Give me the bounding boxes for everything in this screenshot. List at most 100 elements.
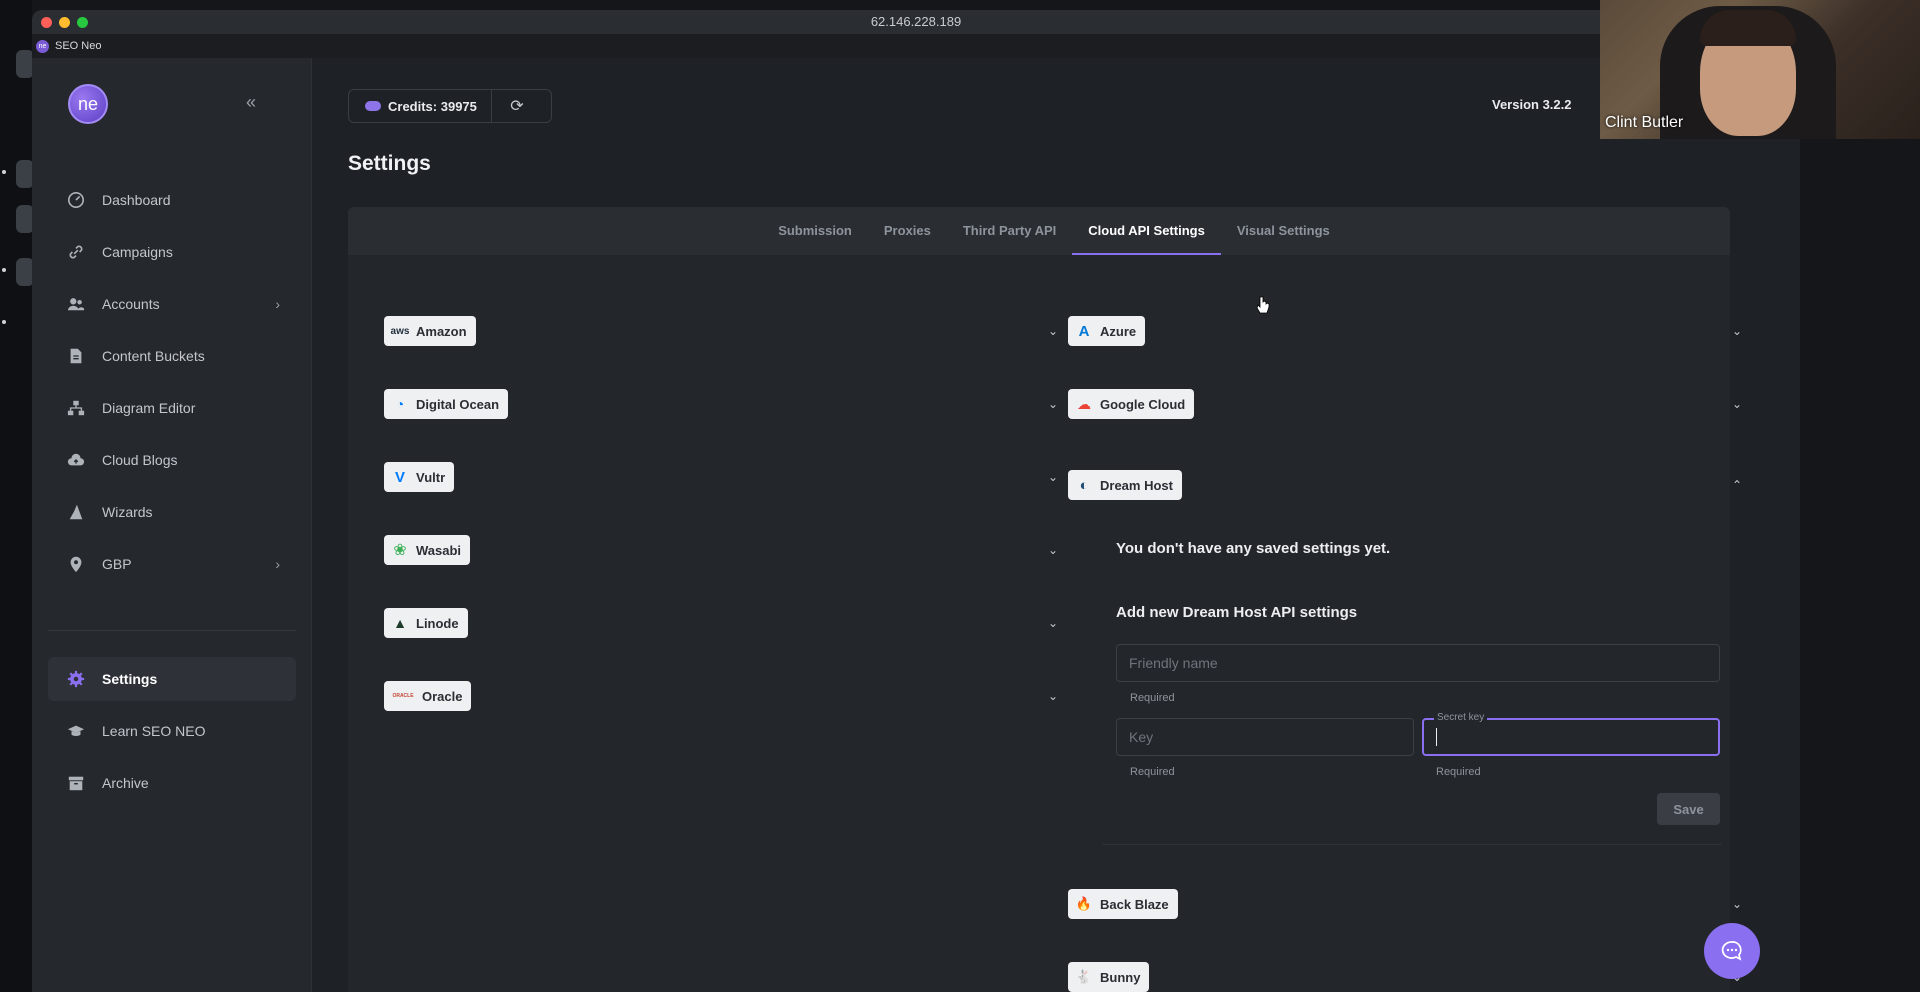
tab-submission[interactable]: Submission [762,223,868,255]
secret-key-required: Required [1436,766,1481,778]
provider-bunny[interactable]: 🐇 Bunny ⌄ [1068,962,1748,992]
secret-key-label: Secret key [1434,712,1488,723]
provider-label: Oracle [422,688,463,704]
sidebar-item-cloud-blogs[interactable]: Cloud Blogs [48,438,296,482]
chat-icon [1721,941,1742,961]
sidebar-item-learn-seo-neo[interactable]: Learn SEO NEO [48,709,296,753]
diagram-icon [66,398,86,418]
chevron-down-icon[interactable]: ⌄ [1048,616,1058,630]
section-divider [1102,844,1722,845]
tab-third-party-api[interactable]: Third Party API [947,223,1072,255]
friendly-name-placeholder: Friendly name [1129,655,1218,671]
dock-indicator [2,268,6,272]
sidebar-item-archive[interactable]: Archive [48,761,296,805]
provider-amazon[interactable]: aws Amazon ⌄ [384,316,1064,376]
chevron-down-icon[interactable]: ⌄ [1048,470,1058,484]
sidebar-item-label: Campaigns [102,244,173,260]
version-label: Version 3.2.2 [1492,97,1572,112]
sidebar-item-diagram-editor[interactable]: Diagram Editor [48,386,296,430]
provider-label: Bunny [1100,969,1141,985]
provider-dream-host[interactable]: ◐ Dream Host ⌃ [1068,470,1748,530]
tab-cloud-api-settings[interactable]: Cloud API Settings [1072,223,1221,255]
empty-settings-message: You don't have any saved settings yet. [1116,540,1391,557]
credits-widget: Credits: 39975 ⟳ [348,89,552,123]
collapse-sidebar-icon[interactable]: « [246,92,256,113]
page-title: Settings [348,152,431,175]
sidebar-item-wizards[interactable]: Wizards [48,490,296,534]
chevron-down-icon[interactable]: ⌄ [1048,689,1058,703]
provider-chip: ◐ Dream Host [1068,470,1182,500]
provider-oracle[interactable]: ORACLE Oracle ⌄ [384,681,1064,741]
provider-label: Amazon [416,323,467,339]
sidebar-item-label: Content Buckets [102,348,205,364]
dashboard-icon [66,190,86,210]
settings-tabs: Submission Proxies Third Party API Cloud… [348,207,1730,255]
sidebar-nav: Dashboard Campaigns Accounts › Content B… [48,178,296,813]
provider-chip: A Azure [1068,316,1146,346]
provider-label: Digital Ocean [416,396,500,412]
provider-back-blaze[interactable]: 🔥 Back Blaze ⌄ [1068,889,1748,949]
save-button[interactable]: Save [1657,793,1720,825]
sidebar-item-dashboard[interactable]: Dashboard [48,178,296,222]
sidebar-item-label: GBP [102,556,132,572]
webcam-person-hair [1700,10,1796,46]
chevron-down-icon[interactable]: ⌄ [1048,324,1058,338]
provider-label: Back Blaze [1100,896,1169,912]
key-placeholder: Key [1129,729,1154,745]
provider-digital-ocean[interactable]: ◔ Digital Ocean ⌄ [384,389,1064,449]
app-title-bar: ne SEO Neo [32,34,1800,58]
chevron-down-icon[interactable]: ⌄ [1732,897,1742,911]
users-icon [66,294,86,314]
key-input[interactable]: Key [1116,718,1414,756]
secret-key-input[interactable]: Secret key [1422,712,1720,756]
provider-chip: V Vultr [384,462,455,492]
document-icon [66,346,86,366]
sidebar-divider [48,630,296,631]
add-settings-title: Add new Dream Host API settings [1116,604,1358,621]
chevron-down-icon[interactable]: ⌄ [1732,397,1742,411]
gear-icon [66,669,86,689]
sidebar-item-content-buckets[interactable]: Content Buckets [48,334,296,378]
provider-linode[interactable]: ▲ Linode ⌄ [384,608,1064,668]
sidebar-item-label: Dashboard [102,192,171,208]
brand-logo[interactable]: ne [68,84,108,124]
graduation-cap-icon [66,721,86,741]
provider-wasabi[interactable]: ❀ Wasabi ⌄ [384,535,1064,595]
digital-ocean-icon: ◔ [395,396,405,412]
tab-visual-settings[interactable]: Visual Settings [1221,223,1346,255]
azure-icon: A [1078,322,1090,340]
oracle-icon: ORACLE [392,693,414,699]
sidebar-item-settings[interactable]: Settings [48,657,296,701]
provider-azure[interactable]: A Azure ⌄ [1068,316,1748,376]
provider-label: Azure [1100,323,1137,339]
sidebar-item-label: Diagram Editor [102,400,196,416]
google-cloud-icon: ☁ [1077,395,1091,412]
chevron-up-icon[interactable]: ⌃ [1732,478,1742,492]
chevron-down-icon[interactable]: ⌄ [1048,543,1058,557]
provider-label: Vultr [416,469,446,485]
sidebar-item-campaigns[interactable]: Campaigns [48,230,296,274]
vultr-icon: V [394,468,405,486]
desktop-background [0,0,34,992]
provider-vultr[interactable]: V Vultr ⌄ [384,462,1064,522]
sidebar-item-gbp[interactable]: GBP › [48,542,296,586]
sidebar-item-accounts[interactable]: Accounts › [48,282,296,326]
webcam-overlay: Clint Butler [1600,0,1920,139]
sidebar-item-label: Learn SEO NEO [102,723,206,739]
chevron-down-icon[interactable]: ⌄ [1048,397,1058,411]
bunny-icon: 🐇 [1075,969,1093,984]
friendly-name-input[interactable]: Friendly name [1116,644,1720,682]
provider-label: Wasabi [416,542,462,558]
provider-chip: ◔ Digital Ocean [384,389,509,419]
credits-label: Credits: 39975 [388,98,477,114]
chevron-down-icon[interactable]: ⌄ [1732,324,1742,338]
provider-google-cloud[interactable]: ☁ Google Cloud ⌄ [1068,389,1748,449]
provider-label: Linode [416,615,459,631]
dock-indicator [2,170,6,174]
refresh-icon: ⟳ [510,98,524,115]
tab-proxies[interactable]: Proxies [868,223,947,255]
chat-button[interactable] [1704,923,1760,979]
refresh-credits-button[interactable]: ⟳ [492,90,542,122]
sidebar: ne « Dashboard Campaigns Accounts › Cont… [32,58,312,992]
provider-label: Dream Host [1100,477,1173,493]
